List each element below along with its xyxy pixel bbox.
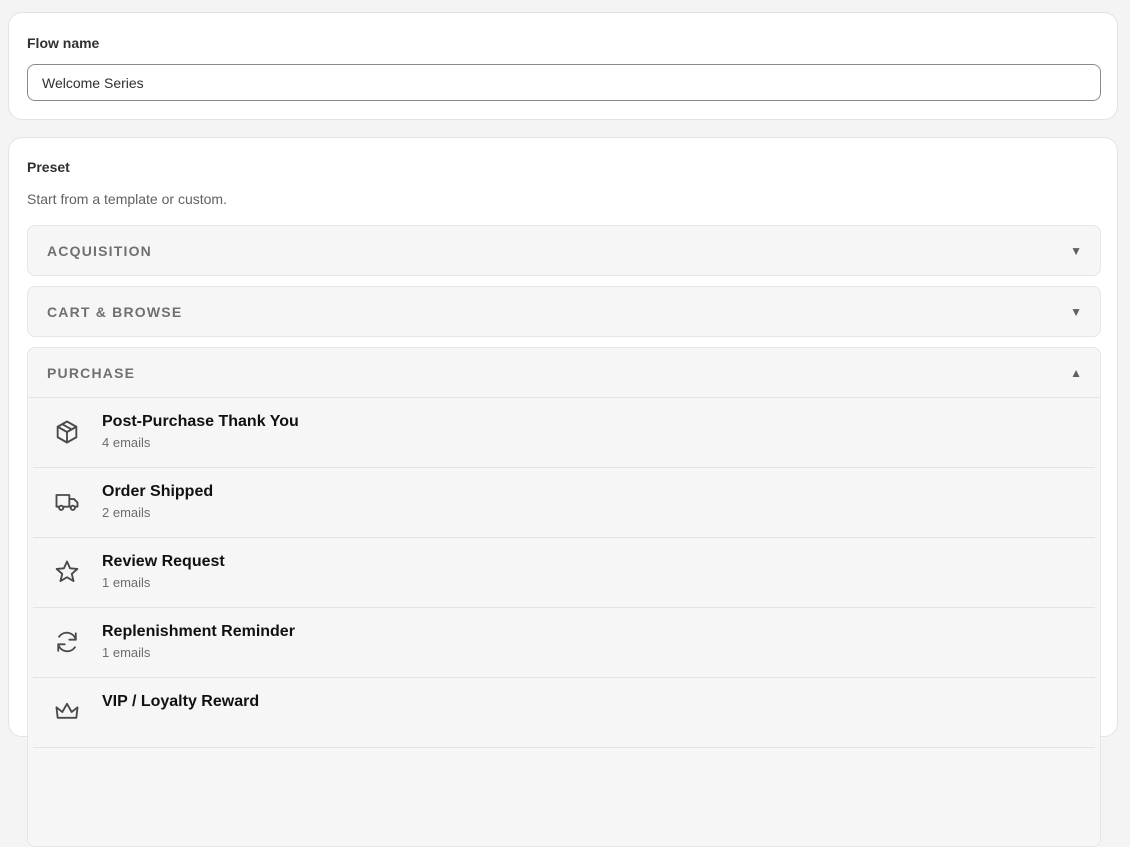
group-title: CART & BROWSE (47, 304, 183, 320)
preset-item-replenishment-reminder[interactable]: Replenishment Reminder 1 emails (33, 608, 1095, 678)
chevron-up-icon: ▲ (1070, 365, 1082, 380)
truck-icon (53, 488, 81, 516)
preset-card: Preset Start from a template or custom. … (8, 137, 1118, 847)
preset-item-review-request[interactable]: Review Request 1 emails (33, 538, 1095, 608)
star-icon (53, 558, 81, 586)
item-title: VIP / Loyalty Reward (102, 693, 260, 710)
preset-item-post-purchase-thank-you[interactable]: Post-Purchase Thank You 4 emails (33, 398, 1095, 468)
chevron-down-icon: ▼ (1070, 244, 1082, 258)
group-header-acquisition[interactable]: ACQUISITION ▼ (28, 226, 1100, 275)
refresh-icon (53, 628, 81, 656)
item-title: Post-Purchase Thank You (102, 413, 299, 430)
group-title: PURCHASE (47, 364, 136, 381)
item-title: Review Request (102, 553, 225, 570)
item-email-count: 1 emails (102, 575, 151, 590)
flow-name-label: Flow name (27, 35, 100, 51)
group-header-cart-browse[interactable]: CART & BROWSE ▼ (28, 287, 1100, 336)
package-icon (53, 418, 81, 446)
preset-group-cart-browse: CART & BROWSE ▼ (27, 286, 1101, 337)
group-title: ACQUISITION (47, 243, 152, 259)
item-title: Replenishment Reminder (102, 623, 295, 640)
item-title: Order Shipped (102, 483, 214, 500)
item-email-count: 1 emails (102, 645, 151, 660)
chevron-down-icon: ▼ (1070, 305, 1082, 319)
preset-item-vip-loyalty-reward[interactable]: VIP / Loyalty Reward (33, 678, 1095, 748)
preset-item-order-shipped[interactable]: Order Shipped 2 emails (33, 468, 1095, 538)
preset-group-purchase: PURCHASE ▲ Post-Purchase Thank You 4 ema… (27, 347, 1101, 847)
preset-helper-text: Start from a template or custom. (27, 191, 227, 207)
group-header-purchase[interactable]: PURCHASE ▲ (28, 348, 1100, 398)
preset-label: Preset (27, 159, 70, 175)
crown-icon (53, 698, 81, 726)
preset-group-acquisition: ACQUISITION ▼ (27, 225, 1101, 276)
flow-name-input[interactable] (27, 64, 1101, 101)
item-email-count: 4 emails (102, 435, 151, 450)
item-email-count: 2 emails (102, 505, 151, 520)
flow-name-card: Flow name (8, 12, 1118, 120)
